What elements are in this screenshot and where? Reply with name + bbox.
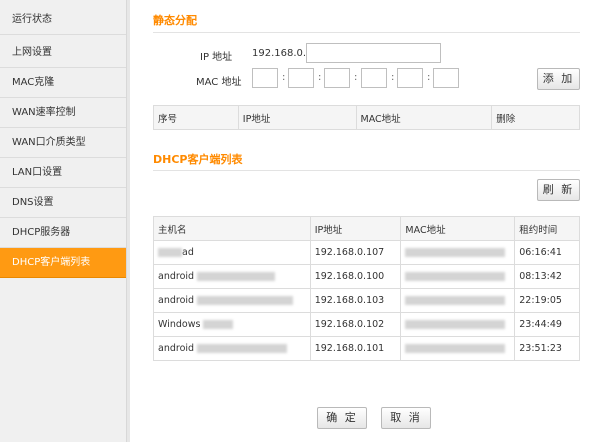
- cancel-button[interactable]: 取 消: [381, 407, 431, 429]
- redacted-block: [158, 248, 182, 257]
- hostname-cell: android: [153, 288, 311, 313]
- add-button[interactable]: 添 加: [537, 68, 580, 90]
- ip-cell: 192.168.0.102: [309, 312, 402, 337]
- mac-label: MAC 地址: [196, 77, 242, 88]
- redacted-block: [405, 320, 506, 329]
- static-assign-title: 静态分配: [153, 14, 197, 27]
- hostname-cell: ad: [153, 240, 311, 265]
- lease-cell: 23:44:49: [514, 312, 580, 337]
- ip-last-octet-input[interactable]: [306, 43, 441, 63]
- redacted-block: [405, 248, 506, 257]
- mac-separator: :: [427, 72, 431, 83]
- mac-field-4[interactable]: [361, 68, 387, 88]
- sidebar-item-mac-clone[interactable]: MAC克隆: [0, 68, 126, 98]
- hostname-text: android: [158, 271, 195, 282]
- ip-label: IP 地址: [200, 52, 233, 63]
- table-row: Windows 192.168.0.102 23:44:49: [153, 312, 580, 337]
- ip-cell: 192.168.0.100: [309, 264, 402, 289]
- mac-field-1[interactable]: [252, 68, 278, 88]
- sidebar-item-dhcp-clients[interactable]: DHCP客户端列表: [0, 248, 126, 278]
- redacted-block: [405, 344, 506, 353]
- ip-cell: 192.168.0.107: [309, 240, 402, 265]
- ok-button[interactable]: 确 定: [317, 407, 367, 429]
- mac-separator: :: [282, 72, 286, 83]
- col-header-ip: IP地址: [309, 216, 402, 241]
- sidebar-item-dns[interactable]: DNS设置: [0, 188, 126, 218]
- col-header-ip: IP地址: [237, 105, 357, 130]
- sidebar-item-wan-rate[interactable]: WAN速率控制: [0, 98, 126, 128]
- table-row: android 192.168.0.100 08:13:42: [153, 264, 580, 289]
- table-row: android 192.168.0.103 22:19:05: [153, 288, 580, 313]
- ip-cell: 192.168.0.103: [309, 288, 402, 313]
- redacted-block: [197, 344, 288, 353]
- mac-separator: :: [391, 72, 395, 83]
- table-row: ad 192.168.0.107 06:16:41: [153, 240, 580, 265]
- mac-cell: [400, 288, 516, 313]
- client-table: 主机名 IP地址 MAC地址 租约时间 ad 192.168.0.107 06:…: [153, 216, 580, 361]
- mac-cell: [400, 336, 516, 361]
- lease-cell: 06:16:41: [514, 240, 580, 265]
- sidebar-item-lan[interactable]: LAN口设置: [0, 158, 126, 188]
- sidebar: 运行状态 上网设置 MAC克隆 WAN速率控制 WAN口介质类型 LAN口设置 …: [0, 0, 130, 442]
- ip-cell: 192.168.0.101: [309, 336, 402, 361]
- mac-field-2[interactable]: [288, 68, 314, 88]
- mac-separator: :: [354, 72, 358, 83]
- lease-cell: 22:19:05: [514, 288, 580, 313]
- redacted-block: [197, 296, 294, 305]
- hostname-text: ad: [182, 247, 194, 258]
- mac-field-3[interactable]: [324, 68, 350, 88]
- ip-prefix: 192.168.0.: [252, 48, 307, 59]
- col-header-mac: MAC地址: [355, 105, 493, 130]
- table-row: android 192.168.0.101 23:51:23: [153, 336, 580, 361]
- redacted-block: [405, 296, 506, 305]
- redacted-block: [405, 272, 506, 281]
- hostname-cell: android: [153, 336, 311, 361]
- col-header-delete: 删除: [491, 105, 580, 130]
- mac-cell: [400, 264, 516, 289]
- col-header-mac: MAC地址: [400, 216, 516, 241]
- divider: [153, 32, 580, 33]
- hostname-cell: Windows: [153, 312, 311, 337]
- hostname-text: Windows: [158, 319, 201, 330]
- divider: [153, 170, 580, 171]
- col-header-index: 序号: [153, 105, 239, 130]
- lease-cell: 08:13:42: [514, 264, 580, 289]
- sidebar-item-status[interactable]: 运行状态: [0, 5, 126, 35]
- sidebar-item-wan-media[interactable]: WAN口介质类型: [0, 128, 126, 158]
- hostname-text: android: [158, 343, 195, 354]
- sidebar-item-dhcp-server[interactable]: DHCP服务器: [0, 218, 126, 248]
- client-list-title: DHCP客户端列表: [153, 153, 243, 166]
- hostname-text: android: [158, 295, 195, 306]
- mac-separator: :: [318, 72, 322, 83]
- refresh-button[interactable]: 刷 新: [537, 179, 580, 201]
- static-table: 序号 IP地址 MAC地址 删除: [153, 105, 580, 130]
- mac-field-6[interactable]: [433, 68, 459, 88]
- mac-cell: [400, 240, 516, 265]
- col-header-hostname: 主机名: [153, 216, 311, 241]
- col-header-lease: 租约时间: [514, 216, 580, 241]
- redacted-block: [203, 320, 234, 329]
- lease-cell: 23:51:23: [514, 336, 580, 361]
- mac-cell: [400, 312, 516, 337]
- mac-field-5[interactable]: [397, 68, 423, 88]
- hostname-cell: android: [153, 264, 311, 289]
- redacted-block: [197, 272, 276, 281]
- sidebar-item-internet[interactable]: 上网设置: [0, 38, 126, 68]
